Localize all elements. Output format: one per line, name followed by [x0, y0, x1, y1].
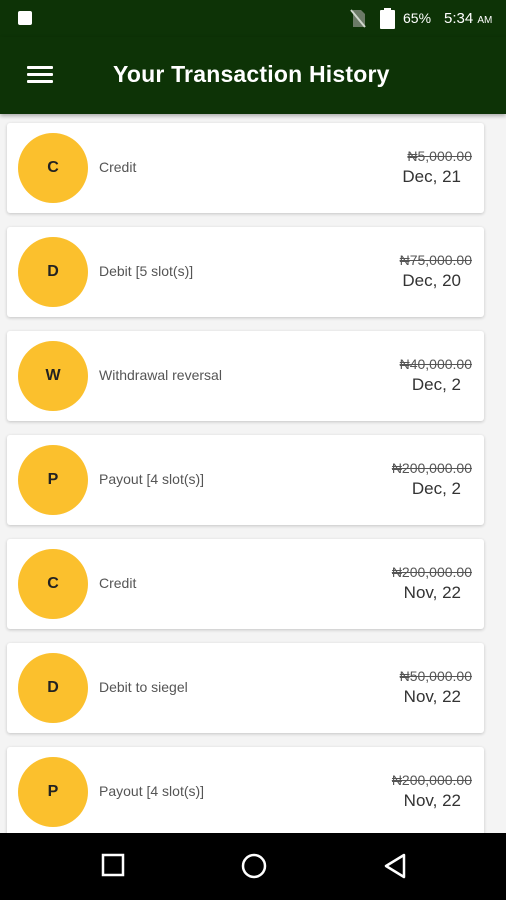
- transaction-amount: ₦5,000.00: [407, 148, 472, 164]
- system-nav-bar: [0, 833, 506, 900]
- battery-icon: [380, 8, 395, 29]
- transaction-amount: ₦200,000.00: [391, 564, 472, 580]
- transaction-avatar: W: [18, 341, 88, 411]
- clock-ampm: AM: [477, 15, 493, 26]
- transaction-card[interactable]: P Payout [4 slot(s)] ₦200,000.00 Nov, 22: [7, 747, 484, 833]
- transaction-date: Nov, 22: [403, 687, 461, 706]
- transaction-avatar: P: [18, 445, 88, 515]
- transaction-list[interactable]: C Credit ₦5,000.00 Dec, 21 D Debit [5 sl…: [0, 114, 506, 833]
- transaction-amount: ₦50,000.00: [399, 668, 472, 684]
- transaction-amount: ₦200,000.00: [391, 460, 472, 476]
- transaction-card[interactable]: W Withdrawal reversal ₦40,000.00 Dec, 2: [7, 331, 484, 421]
- transaction-date: Nov, 22: [403, 583, 461, 602]
- transaction-description: Credit: [99, 575, 137, 591]
- clock: 5:34 AM: [444, 10, 492, 27]
- transaction-date: Dec, 2: [411, 479, 461, 498]
- transaction-avatar: D: [18, 237, 88, 307]
- transaction-card[interactable]: C Credit ₦5,000.00 Dec, 21: [7, 123, 484, 213]
- transaction-description: Debit [5 slot(s)]: [99, 263, 194, 279]
- transaction-description: Payout [4 slot(s)]: [99, 471, 205, 487]
- transaction-description: Credit: [99, 159, 137, 175]
- transaction-date: Dec, 20: [402, 271, 461, 290]
- transaction-avatar: C: [18, 133, 88, 203]
- transaction-amount: ₦200,000.00: [391, 772, 472, 788]
- transaction-date: Nov, 22: [403, 791, 461, 810]
- transaction-description: Debit to siegel: [99, 679, 188, 695]
- transaction-description: Withdrawal reversal: [99, 367, 222, 383]
- transaction-card[interactable]: P Payout [4 slot(s)] ₦200,000.00 Dec, 2: [7, 435, 484, 525]
- app-bar: Your Transaction History: [0, 37, 506, 114]
- transaction-date: Dec, 2: [411, 375, 461, 394]
- battery-percent: 65%: [403, 10, 432, 26]
- transaction-amount: ₦75,000.00: [399, 252, 472, 268]
- transaction-card[interactable]: D Debit to siegel ₦50,000.00 Nov, 22: [7, 643, 484, 733]
- clock-time: 5:34: [444, 10, 474, 27]
- home-circle-icon[interactable]: [241, 853, 267, 879]
- transaction-avatar: D: [18, 653, 88, 723]
- transaction-amount: ₦40,000.00: [399, 356, 472, 372]
- notification-icon: [18, 11, 32, 25]
- transaction-date: Dec, 21: [402, 167, 461, 186]
- page-title: Your Transaction History: [113, 61, 390, 87]
- transaction-avatar: C: [18, 549, 88, 619]
- transaction-card[interactable]: D Debit [5 slot(s)] ₦75,000.00 Dec, 20: [7, 227, 484, 317]
- hamburger-menu-icon[interactable]: [27, 66, 53, 84]
- no-sim-icon: [350, 9, 366, 28]
- transaction-description: Payout [4 slot(s)]: [99, 783, 205, 799]
- recents-square-icon[interactable]: [101, 853, 125, 877]
- back-triangle-icon[interactable]: [383, 853, 407, 879]
- transaction-avatar: P: [18, 757, 88, 827]
- status-bar: 65% 5:34 AM: [0, 0, 506, 37]
- transaction-card[interactable]: C Credit ₦200,000.00 Nov, 22: [7, 539, 484, 629]
